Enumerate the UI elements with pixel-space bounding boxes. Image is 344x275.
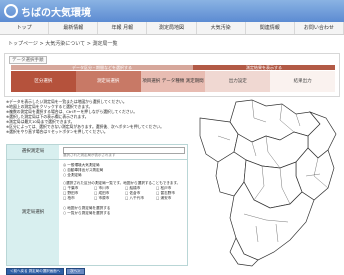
next-button[interactable]: 次へ＞ xyxy=(66,268,85,275)
selection-form: 選択測定局 選択された測定局が表示されます 測定局選択 ◎ 一般環境大気測定局 … xyxy=(6,144,188,266)
main-nav: トップ 最新情報 年報 月報 測定局地図 大気汚染 関連情報 お問い合わせ xyxy=(0,22,344,35)
form-row-selected: 選択測定局 選択された測定局が表示されます xyxy=(7,145,187,160)
step-5: 結果出力 xyxy=(270,71,335,92)
progress-right: 測定結果を表示する xyxy=(193,65,335,70)
field-hint: 選択された測定局が表示されます xyxy=(63,153,116,157)
station-checkbox[interactable]: □ 八千代市 xyxy=(125,196,154,201)
step-panel: データ選択手順 データ区分・期間などを選択する 測定結果を表示する 区分選択 測… xyxy=(4,53,340,97)
back-button[interactable]: ＜前へ戻る 測定局の選択画面へ xyxy=(6,268,65,275)
nav-related[interactable]: 関連情報 xyxy=(246,22,295,34)
form-row-options: 測定局選択 ◎ 一般環境大気測定局 ○ 自動車排出ガス測定局 ○ 全測定局 ○選… xyxy=(7,160,187,265)
step-2: 測定局選択 xyxy=(75,71,141,92)
breadcrumb: トップページ > 大気汚染について > 測定局一覧 xyxy=(8,41,118,47)
logo-icon xyxy=(4,4,18,18)
selected-label: 選択測定局 xyxy=(7,145,59,159)
nav-latest[interactable]: 最新情報 xyxy=(49,22,99,34)
header-bar: ちばの大気環境 xyxy=(0,0,344,22)
progress-left: データ区分・期間などを選択する xyxy=(11,65,193,70)
nav-contact[interactable]: お問い合わせ xyxy=(295,22,344,34)
step-1: 区分選択 xyxy=(11,71,76,92)
instruction-line: ※選択をやり直す場合はリセットボタンを押してください。 xyxy=(6,129,108,134)
nav-reports[interactable]: 年報 月報 xyxy=(98,22,148,34)
prefecture-map[interactable] xyxy=(196,96,340,268)
station-checkbox-grid: □ 千葉市 □ 市川市 □ 船橋市 □ 松戸市 □ 野田市 □ 成田市 □ 佐倉… xyxy=(63,186,185,201)
instructions: ※データを表示したい測定局を一覧または地図から選択してください。 ※地図上の測定… xyxy=(6,99,194,134)
site-logo[interactable]: ちばの大気環境 xyxy=(4,3,91,19)
form-buttons: ＜前へ戻る 測定局の選択画面へ 次へ＞ xyxy=(6,268,85,275)
step-3: 項目選択 データ種類 測定期間 xyxy=(140,71,206,92)
panel-title: データ選択手順 xyxy=(9,56,47,64)
station-checkbox[interactable]: □ 市原市 xyxy=(94,196,123,201)
site-title: ちばの大気環境 xyxy=(21,7,91,19)
options-list: ◎ 一般環境大気測定局 ○ 自動車排出ガス測定局 ○ 全測定局 ○選択された区分… xyxy=(63,163,185,216)
nav-top[interactable]: トップ xyxy=(0,22,50,34)
nav-pollution[interactable]: 大気汚染 xyxy=(197,22,246,34)
station-checkbox[interactable]: □ 柏市 xyxy=(63,196,92,201)
radio-list-select[interactable]: ○ 一覧から測定局を選択する xyxy=(63,211,185,216)
step-strip: 区分選択 測定局選択 項目選択 データ種類 測定期間 出力設定 結果出力 xyxy=(11,71,335,92)
station-checkbox[interactable]: □ 浦安市 xyxy=(156,196,185,201)
step-4: 出力設定 xyxy=(205,71,271,92)
nav-map[interactable]: 測定局地図 xyxy=(147,22,197,34)
options-label: 測定局選択 xyxy=(7,160,59,265)
